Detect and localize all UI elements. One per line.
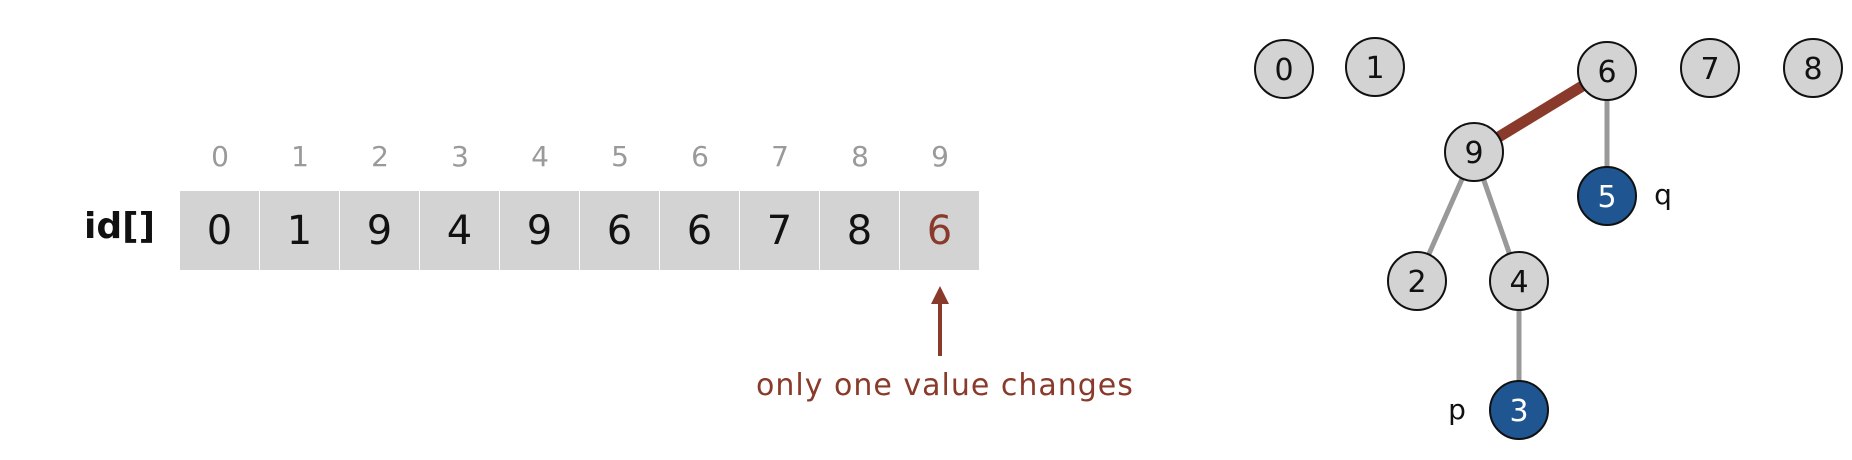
node-label: 3 [1509, 394, 1528, 429]
node-label: 8 [1803, 52, 1822, 87]
node-label: 4 [1509, 265, 1528, 300]
node-1: 1 [1345, 37, 1405, 97]
node-label: 6 [1597, 55, 1616, 90]
p-label: p [1448, 393, 1466, 426]
node-label: 2 [1407, 265, 1426, 300]
node-6: 6 [1577, 41, 1637, 101]
node-label: 1 [1365, 51, 1384, 86]
node-label: 0 [1274, 53, 1293, 88]
node-4: 4 [1489, 251, 1549, 311]
q-label: q [1654, 178, 1672, 211]
node-0: 0 [1254, 39, 1314, 99]
change-note: only one value changes [756, 368, 1134, 403]
node-9: 9 [1444, 122, 1504, 182]
node-5: 5 [1577, 166, 1637, 226]
node-label: 9 [1464, 136, 1483, 171]
node-8: 8 [1783, 38, 1843, 98]
node-7: 7 [1680, 38, 1740, 98]
node-3: 3 [1489, 380, 1549, 440]
change-arrow-head [931, 286, 949, 304]
node-label: 7 [1700, 52, 1719, 87]
node-label: 5 [1597, 180, 1616, 215]
node-2: 2 [1387, 251, 1447, 311]
